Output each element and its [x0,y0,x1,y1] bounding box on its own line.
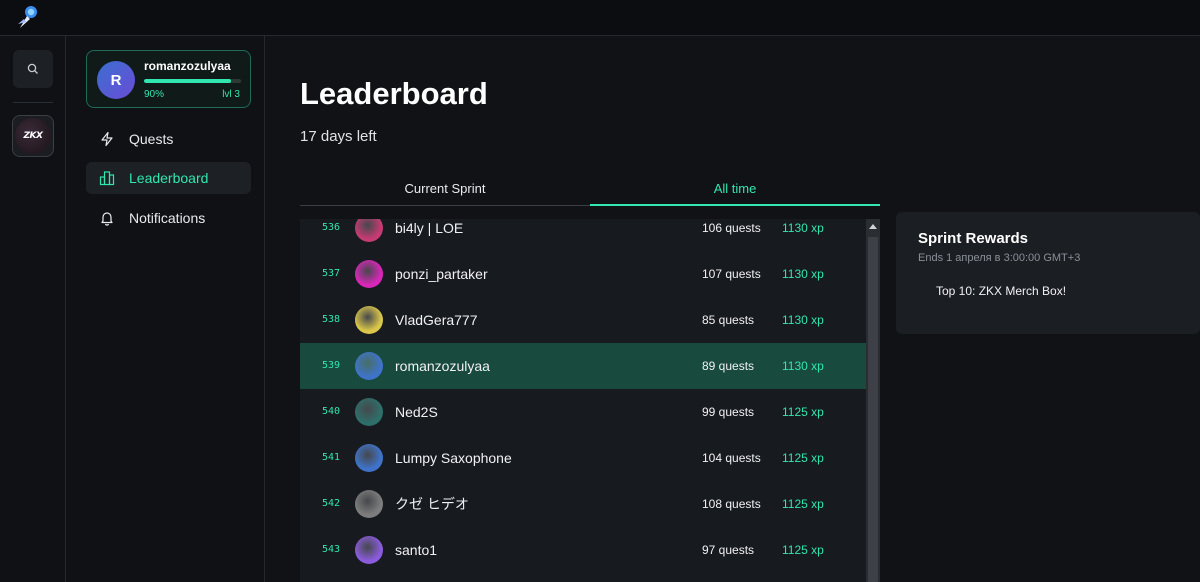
sidebar-item-leaderboard[interactable]: Leaderboard [86,162,251,194]
leaderboard-list[interactable]: 536 bi4ly | LOE 106 quests 1130 xp 537 ponzi_… [300,219,866,582]
user-name[interactable]: ponzi_partaker [395,251,488,297]
app-rail: ZKX [0,36,66,582]
xp-value: 1130 xp [782,221,824,235]
rewards-end-date: Ends 1 апреля в 3:00:00 GMT+3 [918,252,1081,264]
quest-count: 106 quests [702,221,761,235]
table-row[interactable]: 543 santo1 97 quests 1125 xp [300,527,866,573]
top-bar [0,0,1200,36]
tab-current-sprint[interactable]: Current Sprint [300,174,590,206]
table-row[interactable]: 537 ponzi_partaker 107 quests 1130 xp [300,251,866,297]
user-avatar [355,444,383,472]
user-avatar [355,306,383,334]
reward-item: Top 10: ZKX Merch Box! [936,284,1067,298]
profile-card[interactable]: R romanzozulyaa 90% lvl 3 [86,50,251,108]
sidebar-item-quests[interactable]: Quests [86,123,251,155]
table-row[interactable]: 541 Lumpy Saxophone 104 quests 1125 xp [300,435,866,481]
user-name[interactable]: Ned2S [395,389,438,435]
xp-value: 1130 xp [782,359,824,373]
app-logo-icon[interactable] [14,4,42,32]
bell-icon [101,212,113,226]
lightning-icon [101,131,113,147]
profile-username: romanzozulyaa [144,59,231,73]
time-remaining: 17 days left [300,128,377,145]
quest-count: 97 quests [702,543,755,557]
user-name[interactable]: Lumpy Saxophone [395,435,512,481]
rank-number: 536 [322,222,341,233]
scrollbar-thumb[interactable] [868,237,878,582]
sidebar-item-label: Leaderboard [129,170,209,186]
user-avatar [355,536,383,564]
xp-value: 1125 xp [782,543,824,557]
user-avatar [355,260,383,288]
quest-count: 85 quests [702,313,755,327]
table-row[interactable]: 542 クゼ ヒデオ 108 quests 1125 xp [300,481,866,527]
rewards-title: Sprint Rewards [918,230,1029,247]
user-name[interactable]: santo1 [395,527,437,573]
page-title: Leaderboard [300,76,488,111]
user-avatar [355,490,383,518]
sidebar: R romanzozulyaa 90% lvl 3 Quests Leaderb… [66,36,265,582]
tab-all-time[interactable]: All time [590,174,880,206]
rank-number: 542 [322,498,341,509]
table-row[interactable]: 540 Ned2S 99 quests 1125 xp [300,389,866,435]
sidebar-item-notifications[interactable]: Notifications [86,202,251,234]
sidebar-item-label: Notifications [129,210,206,226]
project-logo: ZKX [15,118,51,154]
level-label: lvl 3 [222,89,240,100]
rail-divider [13,102,53,103]
quest-count: 108 quests [702,497,761,511]
leaderboard-tabs: Current Sprint All time [300,174,880,206]
progress-percent: 90% [144,89,165,100]
sidebar-item-label: Quests [129,131,174,147]
main-content: Leaderboard 17 days left Current Sprint … [266,36,1200,582]
sprint-rewards-card: Sprint Rewards Ends 1 апреля в 3:00:00 G… [896,212,1200,334]
quest-count: 89 quests [702,359,755,373]
xp-value: 1130 xp [782,313,824,327]
rank-number: 541 [322,452,341,463]
rank-number: 543 [322,544,341,555]
user-avatar [355,219,383,242]
xp-value: 1130 xp [782,267,824,281]
project-button-zkx[interactable]: ZKX [12,115,54,157]
scroll-up-arrow-icon[interactable] [869,224,877,229]
quest-count: 104 quests [702,451,761,465]
xp-progress-bar [144,79,241,83]
leaderboard-icon [99,171,115,186]
rank-number: 540 [322,406,341,417]
xp-value: 1125 xp [782,405,824,419]
rank-number: 539 [322,360,341,371]
user-avatar [355,352,383,380]
scrollbar[interactable] [866,219,880,582]
table-row[interactable]: 536 bi4ly | LOE 106 quests 1130 xp [300,219,866,251]
user-name[interactable]: VladGera777 [395,297,478,343]
xp-value: 1125 xp [782,451,824,465]
table-row-current-user[interactable]: 539 romanzozulyaa 89 quests 1130 xp [300,343,866,389]
user-name[interactable]: bi4ly | LOE [395,219,463,251]
user-name[interactable]: romanzozulyaa [395,343,490,389]
quest-count: 99 quests [702,405,755,419]
table-row[interactable]: 538 VladGera777 85 quests 1130 xp [300,297,866,343]
rank-number: 537 [322,268,341,279]
user-avatar [355,398,383,426]
search-button[interactable] [13,50,53,88]
user-name[interactable]: クゼ ヒデオ [395,481,469,527]
avatar: R [97,61,135,99]
quest-count: 107 quests [702,267,761,281]
xp-progress-fill [144,79,232,83]
xp-value: 1125 xp [782,497,824,511]
search-icon [27,63,38,74]
rank-number: 538 [322,314,341,325]
